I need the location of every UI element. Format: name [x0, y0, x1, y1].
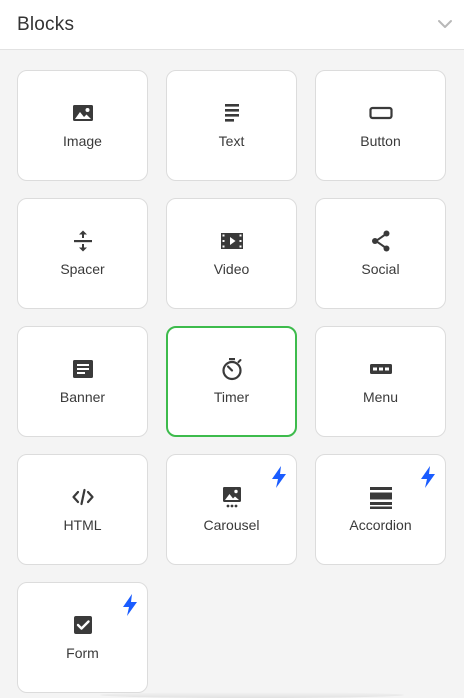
- block-spacer[interactable]: Spacer: [17, 198, 148, 309]
- lightning-bolt-icon: [123, 594, 137, 616]
- block-button[interactable]: Button: [315, 70, 446, 181]
- block-label: Carousel: [203, 517, 260, 533]
- block-text[interactable]: Text: [166, 70, 297, 181]
- block-accordion[interactable]: Accordion: [315, 454, 446, 565]
- block-label: Button: [360, 133, 401, 149]
- block-image[interactable]: Image: [17, 70, 148, 181]
- block-label: Timer: [213, 389, 250, 405]
- block-video[interactable]: Video: [166, 198, 297, 309]
- block-menu[interactable]: Menu: [315, 326, 446, 437]
- block-carousel[interactable]: Carousel: [166, 454, 297, 565]
- block-label: Menu: [362, 389, 399, 405]
- block-label: Accordion: [349, 517, 412, 533]
- timer-icon: [221, 358, 242, 381]
- block-label: Spacer: [60, 261, 105, 277]
- image-icon: [72, 105, 93, 121]
- block-label: HTML: [63, 517, 102, 533]
- banner-icon: [72, 360, 93, 378]
- accordion-icon: [369, 487, 392, 509]
- lightning-bolt-icon: [272, 466, 286, 488]
- carousel-icon: [222, 487, 241, 508]
- block-timer[interactable]: Timer: [166, 326, 297, 437]
- block-label: Banner: [59, 389, 106, 405]
- menu-icon: [369, 364, 392, 374]
- block-label: Image: [63, 133, 102, 149]
- block-form[interactable]: Form: [17, 582, 148, 693]
- block-social[interactable]: Social: [315, 198, 446, 309]
- blocks-panel-header[interactable]: Blocks: [0, 0, 464, 50]
- block-html[interactable]: HTML: [17, 454, 148, 565]
- button-icon: [368, 106, 393, 120]
- panel-title: Blocks: [17, 14, 75, 35]
- bottom-shadow: [100, 692, 404, 698]
- block-banner[interactable]: Banner: [17, 326, 148, 437]
- block-label: Text: [218, 133, 245, 149]
- spacer-icon: [73, 230, 92, 252]
- block-label: Form: [66, 645, 99, 661]
- checkbox-icon: [73, 616, 92, 634]
- code-icon: [71, 488, 94, 506]
- chevron-down-icon[interactable]: [436, 15, 454, 33]
- text-icon: [224, 104, 239, 122]
- share-icon: [371, 230, 389, 252]
- block-label: Social: [361, 261, 400, 277]
- lightning-bolt-icon: [421, 466, 435, 488]
- blocks-grid: Image Text Button Spacer Video Social Ba…: [17, 70, 446, 693]
- block-label: Video: [213, 261, 250, 277]
- video-icon: [220, 233, 243, 249]
